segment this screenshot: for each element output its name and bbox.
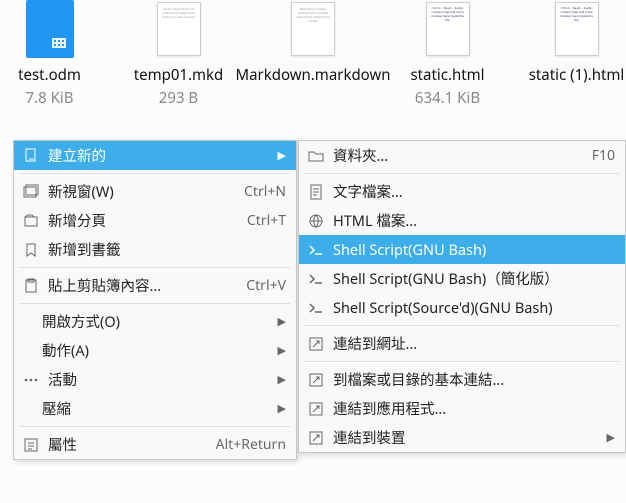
menu-label: 連結到網址... [333, 333, 615, 354]
submenu-link-device[interactable]: 連結到裝置 ▶ [299, 423, 625, 452]
menu-separator [305, 173, 619, 174]
menu-label: 壓縮 [42, 398, 274, 419]
submenu-link-basic[interactable]: 到檔案或目錄的基本連結... [299, 365, 625, 394]
link-icon [307, 335, 325, 353]
link-icon [307, 400, 325, 418]
chevron-right-icon: ▶ [603, 430, 615, 445]
menu-shortcut: F10 [592, 146, 615, 165]
file-item[interactable]: <html> <head> <body> content tags and mo… [398, 0, 497, 108]
file-icon-html: <html> <head> <body> content tags and mo… [422, 0, 474, 58]
menu-properties[interactable]: 屬性 Alt+Return [14, 430, 296, 459]
menu-label: Shell Script(GNU Bash)（簡化版） [333, 268, 615, 289]
menu-new-tab[interactable]: 新增分頁 Ctrl+T [14, 206, 296, 235]
file-size: 7.8 KiB [26, 88, 74, 108]
menu-create-new[interactable]: 建立新的 ▶ [14, 141, 296, 170]
menu-label: Shell Script(Source'd)(GNU Bash) [333, 298, 615, 318]
file-grid: test.odm 7.8 KiB Lorem ipsum dolor sit a… [0, 0, 626, 108]
file-name: temp01.mkd [134, 64, 224, 86]
menu-label: 開啟方式(O) [42, 311, 274, 332]
window-new-icon [22, 183, 40, 201]
file-icon-odm [24, 0, 76, 58]
menu-separator [20, 426, 290, 427]
chevron-right-icon: ▶ [274, 343, 286, 358]
file-item[interactable]: test.odm 7.8 KiB [0, 0, 99, 108]
terminal-icon [307, 241, 325, 259]
menu-separator [20, 303, 290, 304]
menu-compress[interactable]: 壓縮 ▶ [14, 394, 296, 423]
submenu-text-file[interactable]: 文字檔案... [299, 177, 625, 206]
menu-label: 屬性 [48, 434, 216, 455]
menu-separator [20, 173, 290, 174]
link-icon [307, 371, 325, 389]
menu-separator [305, 361, 619, 362]
file-icon-text: Markdown content preview with multiple l… [287, 0, 339, 58]
menu-label: 連結到裝置 [333, 427, 603, 448]
menu-label: 到檔案或目錄的基本連結... [333, 369, 615, 390]
terminal-icon [307, 299, 325, 317]
paste-icon [22, 277, 40, 295]
submenu-create-new: 資料夾... F10 文字檔案... HTML 檔案... Shell Scri… [298, 140, 626, 453]
menu-open-with[interactable]: 開啟方式(O) ▶ [14, 307, 296, 336]
file-size: 634.1 KiB [415, 88, 480, 108]
file-name: static (1).html [529, 64, 625, 86]
activity-icon [22, 371, 40, 389]
context-menu: 建立新的 ▶ 新視窗(W) Ctrl+N 新增分頁 Ctrl+T 新增到書籤 貼… [13, 140, 297, 460]
menu-label: 新視窗(W) [48, 181, 244, 202]
submenu-shell-simple[interactable]: Shell Script(GNU Bash)（簡化版） [299, 264, 625, 293]
bookmark-new-icon [22, 241, 40, 259]
menu-shortcut: Ctrl+T [247, 211, 286, 230]
menu-label: 貼上剪貼簿內容... [48, 275, 246, 296]
file-icon-html: <html> <head> <body> content tags and mo… [551, 0, 603, 58]
chevron-right-icon: ▶ [274, 372, 286, 387]
file-item[interactable]: <html> <head> <body> content tags and mo… [527, 0, 626, 88]
folder-icon [307, 147, 325, 165]
text-file-icon [307, 183, 325, 201]
menu-actions[interactable]: 動作(A) ▶ [14, 336, 296, 365]
menu-separator [305, 325, 619, 326]
menu-shortcut: Ctrl+V [246, 276, 286, 295]
file-name: static.html [410, 64, 484, 86]
menu-new-window[interactable]: 新視窗(W) Ctrl+N [14, 177, 296, 206]
menu-activity[interactable]: 活動 ▶ [14, 365, 296, 394]
menu-shortcut: Ctrl+N [244, 182, 286, 201]
submenu-link-url[interactable]: 連結到網址... [299, 329, 625, 358]
tab-new-icon [22, 212, 40, 230]
chevron-right-icon: ▶ [274, 401, 286, 416]
properties-icon [22, 436, 40, 454]
menu-label: 動作(A) [42, 340, 274, 361]
menu-add-bookmark[interactable]: 新增到書籤 [14, 235, 296, 264]
html-file-icon [307, 212, 325, 230]
menu-label: HTML 檔案... [333, 210, 615, 231]
menu-label: 連結到應用程式... [333, 398, 615, 419]
submenu-shell-sourced[interactable]: Shell Script(Source'd)(GNU Bash) [299, 293, 625, 322]
submenu-html-file[interactable]: HTML 檔案... [299, 206, 625, 235]
chevron-right-icon: ▶ [274, 148, 286, 163]
menu-label: 資料夾... [333, 145, 592, 166]
file-item[interactable]: Lorem ipsum dolor sit amet text preview … [129, 0, 228, 108]
submenu-folder[interactable]: 資料夾... F10 [299, 141, 625, 170]
menu-label: 活動 [48, 369, 274, 390]
document-new-icon [22, 147, 40, 165]
file-item[interactable]: Markdown content preview with multiple l… [258, 0, 368, 88]
chevron-right-icon: ▶ [274, 314, 286, 329]
submenu-link-app[interactable]: 連結到應用程式... [299, 394, 625, 423]
file-name: test.odm [18, 64, 81, 86]
file-name: Markdown.markdown [236, 64, 391, 86]
menu-separator [20, 267, 290, 268]
menu-label: 新增到書籤 [48, 239, 286, 260]
file-icon-text: Lorem ipsum dolor sit amet text preview … [153, 0, 205, 58]
submenu-shell-bash[interactable]: Shell Script(GNU Bash) [299, 235, 625, 264]
menu-label: 建立新的 [48, 145, 274, 166]
menu-shortcut: Alt+Return [216, 435, 286, 454]
terminal-icon [307, 270, 325, 288]
menu-paste[interactable]: 貼上剪貼簿內容... Ctrl+V [14, 271, 296, 300]
file-size: 293 B [159, 88, 198, 108]
menu-label: 新增分頁 [48, 210, 247, 231]
menu-label: 文字檔案... [333, 181, 615, 202]
link-icon [307, 429, 325, 447]
menu-label: Shell Script(GNU Bash) [333, 240, 615, 260]
